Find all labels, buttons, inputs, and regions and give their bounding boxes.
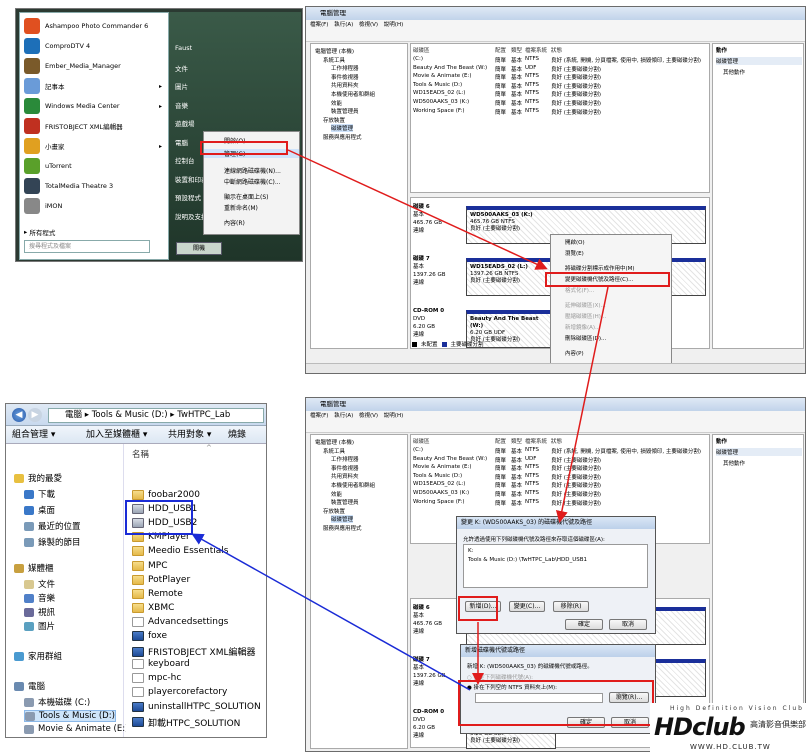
arrow-menu-to-dialog: [555, 286, 609, 523]
arrow-manage-to-cm: [287, 149, 548, 270]
arrow-mount-to-folder: [191, 533, 471, 691]
annotation-arrows: [191, 149, 609, 691]
